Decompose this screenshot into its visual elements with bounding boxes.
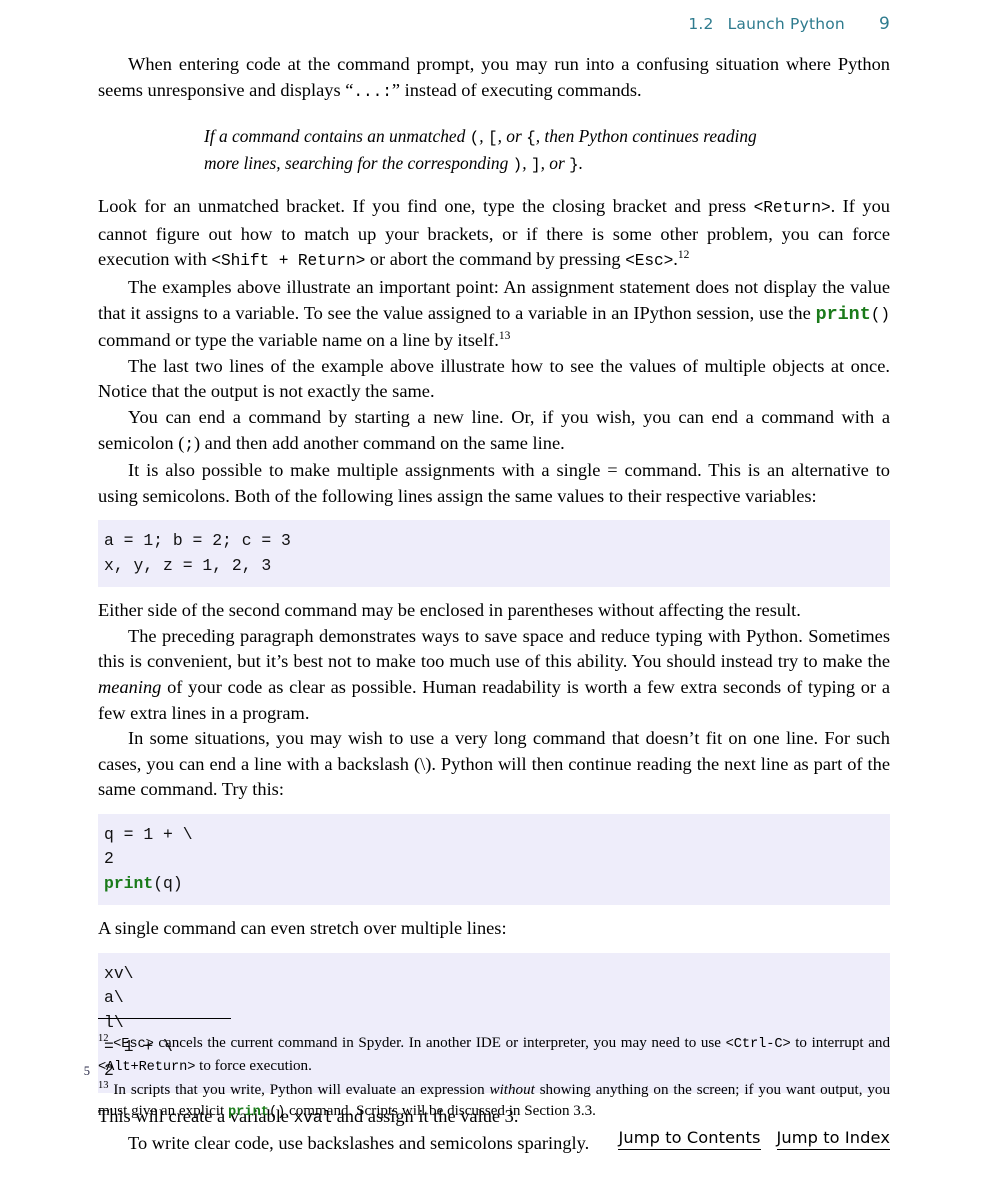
paragraph-3: The examples above illustrate an importa… xyxy=(98,276,890,351)
code-line: a\ xyxy=(104,988,124,1008)
code-line-number: 5 xyxy=(83,1064,90,1079)
footnote-marker-12: 12 xyxy=(98,1032,109,1044)
code-line: print(q) xyxy=(104,873,183,893)
quote-line-2: more lines, searching for the correspond… xyxy=(204,153,584,175)
code-block-2: q = 1 + \ 2 print(q) xyxy=(98,813,890,906)
inline-code-semicolon: ; xyxy=(184,435,194,454)
inline-keyword-print: print xyxy=(815,303,871,325)
code-keyword-print: print xyxy=(104,873,154,893)
footnote-code-alt-return: <Alt+Return> xyxy=(98,1059,196,1075)
page-number: 9 xyxy=(878,14,890,34)
footnotes-section: 12 <Esc> cancels the current command in … xyxy=(98,1018,890,1125)
footer-navigation: Jump to Contents Jump to Index xyxy=(618,1128,890,1150)
paragraph-5: You can end a command by starting a new … xyxy=(98,406,890,454)
paragraph-7: Either side of the second command may be… xyxy=(98,600,801,621)
footnote-keyword-print: print xyxy=(227,1105,270,1121)
footnote-code-ctrl-c: <Ctrl-C> xyxy=(725,1037,791,1052)
paragraph-8: The preceding paragraph demonstrates way… xyxy=(98,625,890,723)
inline-code-esc: <Esc> xyxy=(625,252,674,271)
footnote-13: 13 In scripts that you write, Python wil… xyxy=(98,1079,891,1121)
paragraph-9: In some situations, you may wish to use … xyxy=(98,728,890,800)
inline-code-return: <Return> xyxy=(753,199,831,218)
footnote-separator-rule xyxy=(98,1018,231,1019)
quote-line-1: If a command contains an unmatched (, [,… xyxy=(204,126,757,148)
footnote-marker-13: 13 xyxy=(98,1079,109,1091)
code-line: x, y, z = 1, 2, 3 xyxy=(104,555,272,575)
inline-code-shift-return: <Shift + Return> xyxy=(211,252,366,271)
footnote-code-parens: () xyxy=(269,1105,286,1121)
body-column: When entering code at the command prompt… xyxy=(84,52,890,1157)
header-section-number: 1.2 xyxy=(688,15,714,33)
inline-code-parens: () xyxy=(870,305,890,324)
jump-to-contents-link[interactable]: Jump to Contents xyxy=(618,1128,761,1150)
jump-to-index-link[interactable]: Jump to Index xyxy=(776,1128,890,1150)
footnote-code-esc: <Esc> xyxy=(113,1037,154,1052)
footnote-emphasis-without: without xyxy=(489,1081,535,1098)
footnote-ref-12[interactable]: 12 xyxy=(678,249,690,262)
code-line: q = 1 + \ xyxy=(104,824,193,844)
paragraph-10: A single command can even stretch over m… xyxy=(98,918,507,939)
code-line: 2 xyxy=(104,849,114,869)
header-section-title: Launch Python xyxy=(727,15,845,33)
paragraph-4: The last two lines of the example above … xyxy=(98,355,890,402)
code-block-1: a = 1; b = 2; c = 3 x, y, z = 1, 2, 3 xyxy=(98,520,890,588)
footnote-12: 12 <Esc> cancels the current command in … xyxy=(98,1032,890,1075)
paragraph-2: Look for an unmatched bracket. If you fi… xyxy=(98,196,890,271)
document-page: 1.2 Launch Python 9 When entering code a… xyxy=(0,0,988,1186)
emphasis-meaning: meaning xyxy=(98,676,162,697)
running-header: 1.2 Launch Python 9 xyxy=(98,14,890,38)
display-quote: If a command contains an unmatched (, [,… xyxy=(98,124,890,178)
paragraph-6: It is also possible to make multiple ass… xyxy=(98,460,890,506)
inline-code-ellipsis: ...: xyxy=(353,82,392,101)
paragraph-1: When entering code at the command prompt… xyxy=(98,54,890,101)
code-line: a = 1; b = 2; c = 3 xyxy=(104,531,291,551)
footnote-ref-13[interactable]: 13 xyxy=(499,330,511,342)
code-line: xv\ xyxy=(104,963,134,983)
